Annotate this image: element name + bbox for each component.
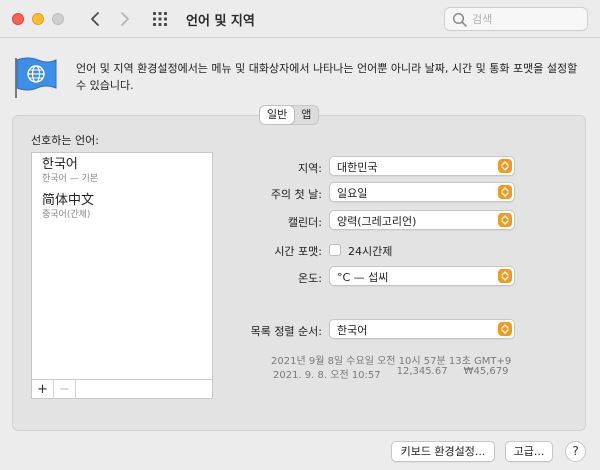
chevron-right-icon [121, 12, 129, 26]
help-button[interactable]: ? [565, 441, 586, 462]
time-format-label: 시간 포맷: [274, 245, 322, 258]
remove-language-button[interactable]: − [54, 380, 76, 398]
temperature-popup[interactable]: °C — 섭씨 [329, 266, 515, 286]
sample-formats: 2021. 9. 8. 오전 10:57 12,345.67 ₩45,679 [273, 366, 508, 381]
first-day-popup[interactable]: 일요일 [329, 182, 515, 202]
calendar-popup[interactable]: 양력(그레고리언) [329, 210, 515, 230]
search-icon [452, 12, 467, 27]
search-field[interactable] [444, 7, 588, 31]
language-subtitle: 한국어 — 기본 [42, 174, 99, 184]
temperature-value: °C — 섭씨 [337, 271, 389, 284]
list-item[interactable]: 한국어 한국어 — 기본 [32, 153, 212, 189]
back-button[interactable] [84, 9, 106, 29]
24-hour-label[interactable]: 24시간제 [348, 243, 392, 259]
list-sort-label: 목록 정렬 순서: [250, 325, 322, 338]
zoom-button[interactable] [52, 13, 64, 25]
add-language-button[interactable]: + [32, 380, 54, 398]
sample-number: 12,345.67 [396, 366, 448, 377]
sample-long-date: 2021년 9월 8일 수요일 오전 10시 57분 13초 GMT+9 [271, 356, 512, 367]
chevron-left-icon [91, 12, 99, 26]
preferred-languages-label: 선호하는 언어: [31, 134, 99, 147]
calendar-label: 캘린더: [287, 216, 322, 229]
temperature-label: 온도: [298, 272, 322, 285]
language-list-toolbar: + − [31, 379, 213, 399]
list-item[interactable]: 简体中文 중국어(간체) [32, 189, 212, 225]
first-day-value: 일요일 [337, 187, 368, 200]
list-sort-popup[interactable]: 한국어 [329, 319, 515, 339]
chevron-updown-icon [498, 213, 512, 227]
first-day-label: 주의 첫 날: [270, 188, 322, 201]
grid-icon[interactable] [152, 11, 168, 27]
sample-currency: ₩45,679 [463, 366, 509, 377]
chevron-updown-icon [498, 159, 512, 173]
tab-apps[interactable]: 앱 [294, 106, 318, 124]
language-name: 简体中文 [42, 193, 95, 208]
forward-button[interactable] [114, 9, 136, 29]
pane-description: 언어 및 지역 환경설정에서는 메뉴 및 대화상자에서 나타나는 언어뿐 아니라… [76, 62, 578, 92]
keyboard-preferences-button[interactable]: 키보드 환경설정... [391, 441, 495, 462]
close-button[interactable] [12, 13, 24, 25]
globe-flag-icon [15, 57, 57, 98]
list-sort-value: 한국어 [337, 324, 368, 337]
language-name: 한국어 [42, 157, 78, 172]
tab-general[interactable]: 일반 [260, 106, 295, 124]
chevron-updown-icon [498, 269, 512, 283]
language-list[interactable]: 한국어 한국어 — 기본 简体中文 중국어(간체) [31, 152, 213, 380]
title-bar: 언어 및 지역 [0, 0, 600, 38]
search-input[interactable] [472, 11, 582, 27]
24-hour-checkbox[interactable] [329, 244, 341, 256]
language-subtitle: 중국어(간체) [42, 210, 91, 220]
region-value: 대한민국 [337, 161, 378, 174]
window-title: 언어 및 지역 [186, 14, 255, 29]
chevron-updown-icon [498, 185, 512, 199]
sample-short-date: 2021. 9. 8. 오전 10:57 [273, 370, 381, 381]
calendar-value: 양력(그레고리언) [337, 215, 417, 228]
region-label: 지역: [298, 162, 322, 175]
region-popup[interactable]: 대한민국 [329, 156, 515, 176]
minimize-button[interactable] [32, 13, 44, 25]
tab-bar: 일반 앱 [259, 105, 320, 125]
advanced-button[interactable]: 고급... [505, 441, 553, 462]
chevron-updown-icon [498, 322, 512, 336]
